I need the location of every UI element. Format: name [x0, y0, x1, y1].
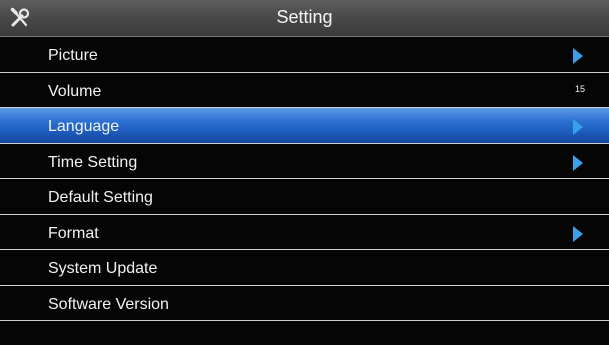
menu-item-format[interactable]: Format — [0, 215, 609, 250]
menu-item-time-setting[interactable]: Time Setting — [0, 144, 609, 179]
menu-item-label: Software Version — [48, 295, 169, 313]
menu-item-system-update[interactable]: System Update — [0, 250, 609, 286]
settings-menu: Picture Volume 15 Language Time Setting … — [0, 37, 609, 337]
menu-item-picture[interactable]: Picture — [0, 37, 609, 73]
menu-item-label: Time Setting — [48, 153, 138, 171]
page-title: Setting — [276, 7, 333, 27]
volume-value: 15 — [574, 83, 585, 94]
menu-item-label: Volume — [48, 82, 102, 100]
chevron-right-icon — [573, 225, 583, 242]
settings-screen: Setting Picture Volume 15 Language Time … — [0, 0, 609, 345]
menu-item-software-version[interactable]: Software Version — [0, 286, 609, 321]
menu-item-label: Language — [48, 118, 120, 135]
title-bar: Setting — [0, 0, 609, 37]
chevron-right-icon — [573, 119, 583, 135]
menu-item-label: System Update — [48, 260, 158, 277]
menu-item-label: Format — [48, 224, 99, 242]
menu-item-label: Default Setting — [48, 189, 153, 206]
chevron-right-icon — [573, 154, 583, 171]
menu-item-language[interactable]: Language — [0, 108, 609, 144]
menu-item-volume[interactable]: Volume 15 — [0, 73, 609, 108]
menu-item-default-setting[interactable]: Default Setting — [0, 179, 609, 215]
chevron-right-icon — [573, 48, 583, 64]
menu-item-label: Picture — [48, 47, 98, 64]
